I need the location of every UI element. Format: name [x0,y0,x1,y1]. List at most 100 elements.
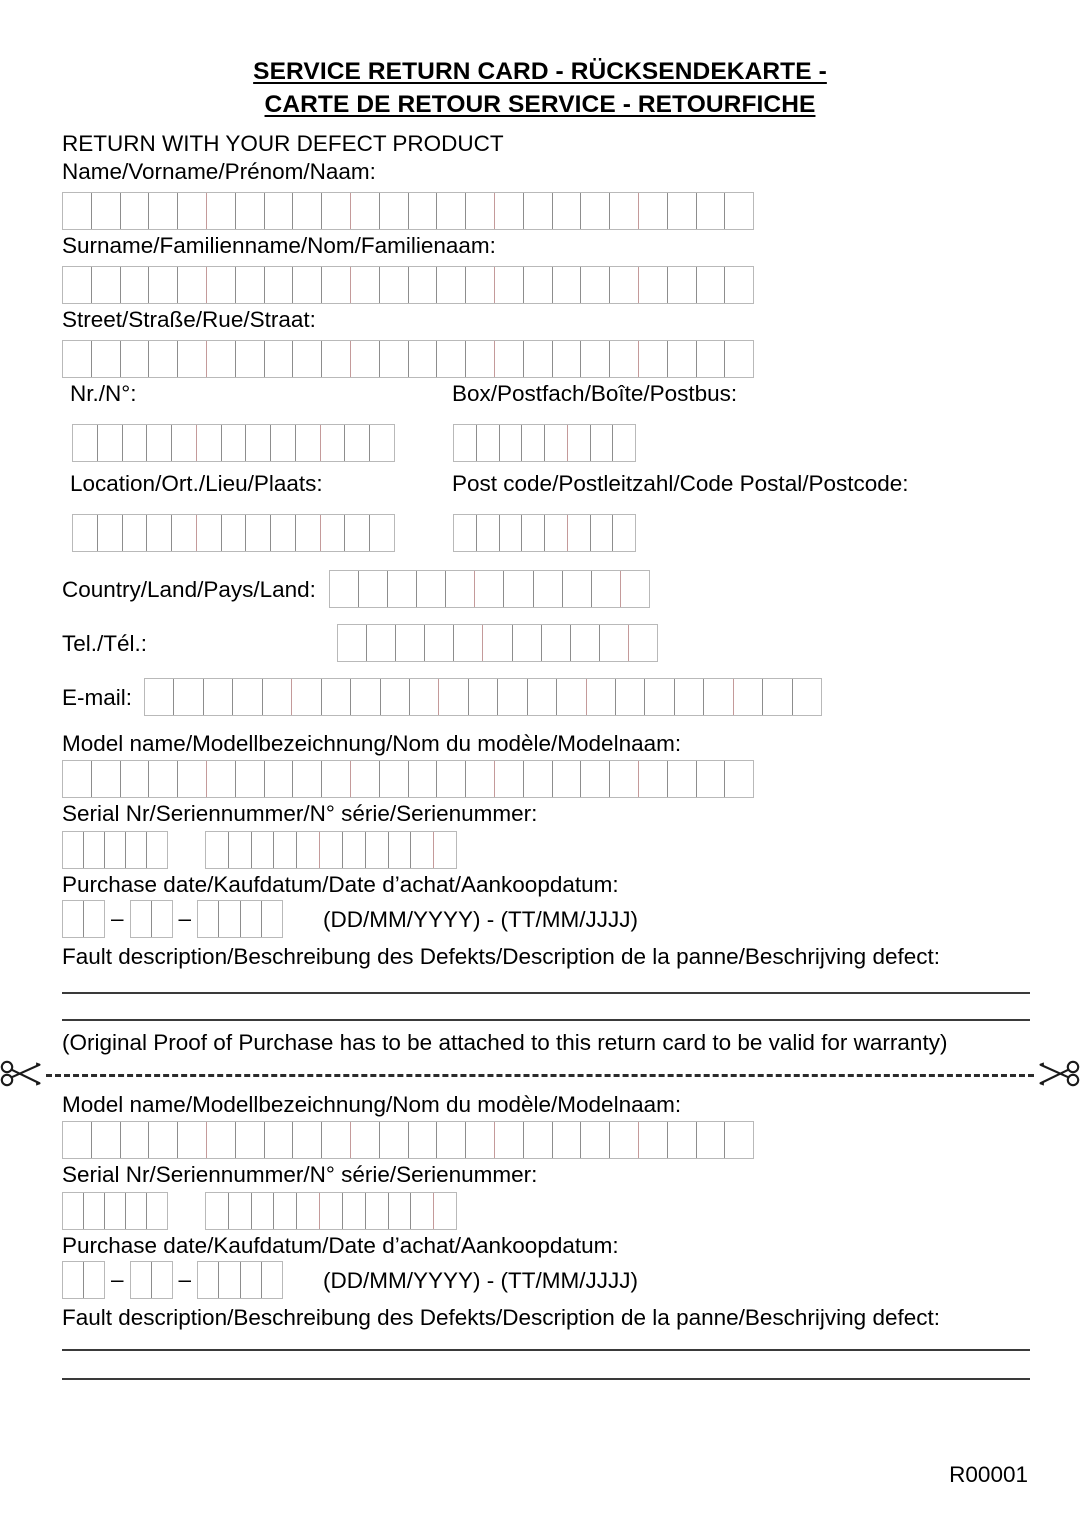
comb-cell[interactable] [504,571,534,607]
comb-cell[interactable] [697,193,726,229]
comb-cell[interactable] [198,1262,220,1298]
comb-cell[interactable] [437,193,467,229]
comb-cell[interactable] [466,267,495,303]
comb-cell[interactable] [495,1122,524,1158]
comb-cell[interactable] [63,832,84,868]
comb-cell[interactable] [296,515,321,551]
comb-cell[interactable] [63,1122,92,1158]
comb-cell[interactable] [219,1262,241,1298]
comb-cell[interactable] [297,832,321,868]
stub-serial-prefix-input[interactable] [62,1192,168,1230]
comb-cell[interactable] [322,761,351,797]
comb-cell[interactable] [417,571,447,607]
comb-cell[interactable] [351,1122,380,1158]
comb-cell[interactable] [246,425,272,461]
comb-cell[interactable] [178,761,207,797]
comb-cell[interactable] [296,425,321,461]
comb-cell[interactable] [524,761,553,797]
comb-cell[interactable] [613,425,635,461]
stub-purchase-date-month-input[interactable] [129,1261,173,1299]
comb-cell[interactable] [616,679,646,715]
comb-cell[interactable] [345,515,371,551]
comb-cell[interactable] [495,267,524,303]
comb-cell[interactable] [389,1193,412,1229]
comb-cell[interactable] [380,267,409,303]
comb-cell[interactable] [121,341,150,377]
comb-cell[interactable] [610,267,639,303]
comb-cell[interactable] [63,901,84,937]
comb-cell[interactable] [105,832,126,868]
fault-description-line-1[interactable] [62,992,1030,994]
comb-cell[interactable] [528,679,558,715]
number-input[interactable] [72,424,395,462]
comb-cell[interactable] [322,679,352,715]
comb-cell[interactable] [587,679,617,715]
name-input[interactable] [62,192,754,230]
comb-cell[interactable] [697,341,726,377]
comb-cell[interactable] [73,515,98,551]
comb-cell[interactable] [389,832,412,868]
comb-cell[interactable] [351,267,380,303]
comb-cell[interactable] [409,761,438,797]
fault-description-line-2[interactable] [62,1019,1030,1021]
comb-cell[interactable] [697,1122,726,1158]
comb-cell[interactable] [524,193,553,229]
comb-cell[interactable] [197,515,222,551]
stub-purchase-date-year-input[interactable] [197,1261,284,1299]
comb-cell[interactable] [483,625,513,661]
comb-cell[interactable] [610,761,639,797]
comb-cell[interactable] [197,425,222,461]
comb-cell[interactable] [293,193,323,229]
comb-cell[interactable] [610,1122,639,1158]
comb-cell[interactable] [725,267,753,303]
comb-cell[interactable] [149,761,179,797]
comb-cell[interactable] [410,679,440,715]
stub-serial-body-input[interactable] [205,1192,457,1230]
comb-cell[interactable] [145,679,175,715]
comb-cell[interactable] [206,832,229,868]
comb-cell[interactable] [207,193,236,229]
comb-cell[interactable] [241,901,262,937]
comb-cell[interactable] [121,193,150,229]
comb-cell[interactable] [206,1193,229,1229]
comb-cell[interactable] [149,267,179,303]
comb-cell[interactable] [98,515,123,551]
comb-cell[interactable] [293,267,323,303]
comb-cell[interactable] [149,1122,179,1158]
comb-cell[interactable] [297,1193,321,1229]
comb-cell[interactable] [92,341,121,377]
comb-cell[interactable] [149,341,179,377]
comb-cell[interactable] [84,901,104,937]
comb-cell[interactable] [366,1193,389,1229]
comb-cell[interactable] [591,425,614,461]
comb-cell[interactable] [668,193,697,229]
comb-cell[interactable] [265,193,294,229]
comb-cell[interactable] [293,1122,323,1158]
comb-cell[interactable] [92,761,121,797]
comb-cell[interactable] [581,341,611,377]
comb-cell[interactable] [524,267,553,303]
email-input[interactable] [144,678,823,716]
comb-cell[interactable] [152,1262,172,1298]
stub-fault-description-line-1[interactable] [62,1349,1030,1351]
comb-cell[interactable] [522,515,545,551]
comb-cell[interactable] [236,761,265,797]
comb-cell[interactable] [207,761,236,797]
comb-cell[interactable] [409,341,438,377]
comb-cell[interactable] [293,341,323,377]
comb-cell[interactable] [370,515,394,551]
comb-cell[interactable] [475,571,505,607]
comb-cell[interactable] [265,341,294,377]
comb-cell[interactable] [498,679,528,715]
comb-cell[interactable] [293,761,323,797]
comb-cell[interactable] [668,341,697,377]
comb-cell[interactable] [320,1193,343,1229]
comb-cell[interactable] [271,425,296,461]
comb-cell[interactable] [500,425,523,461]
comb-cell[interactable] [524,1122,553,1158]
comb-cell[interactable] [725,193,753,229]
comb-cell[interactable] [147,1193,167,1229]
comb-cell[interactable] [126,832,147,868]
comb-cell[interactable] [121,1122,150,1158]
comb-cell[interactable] [668,1122,697,1158]
